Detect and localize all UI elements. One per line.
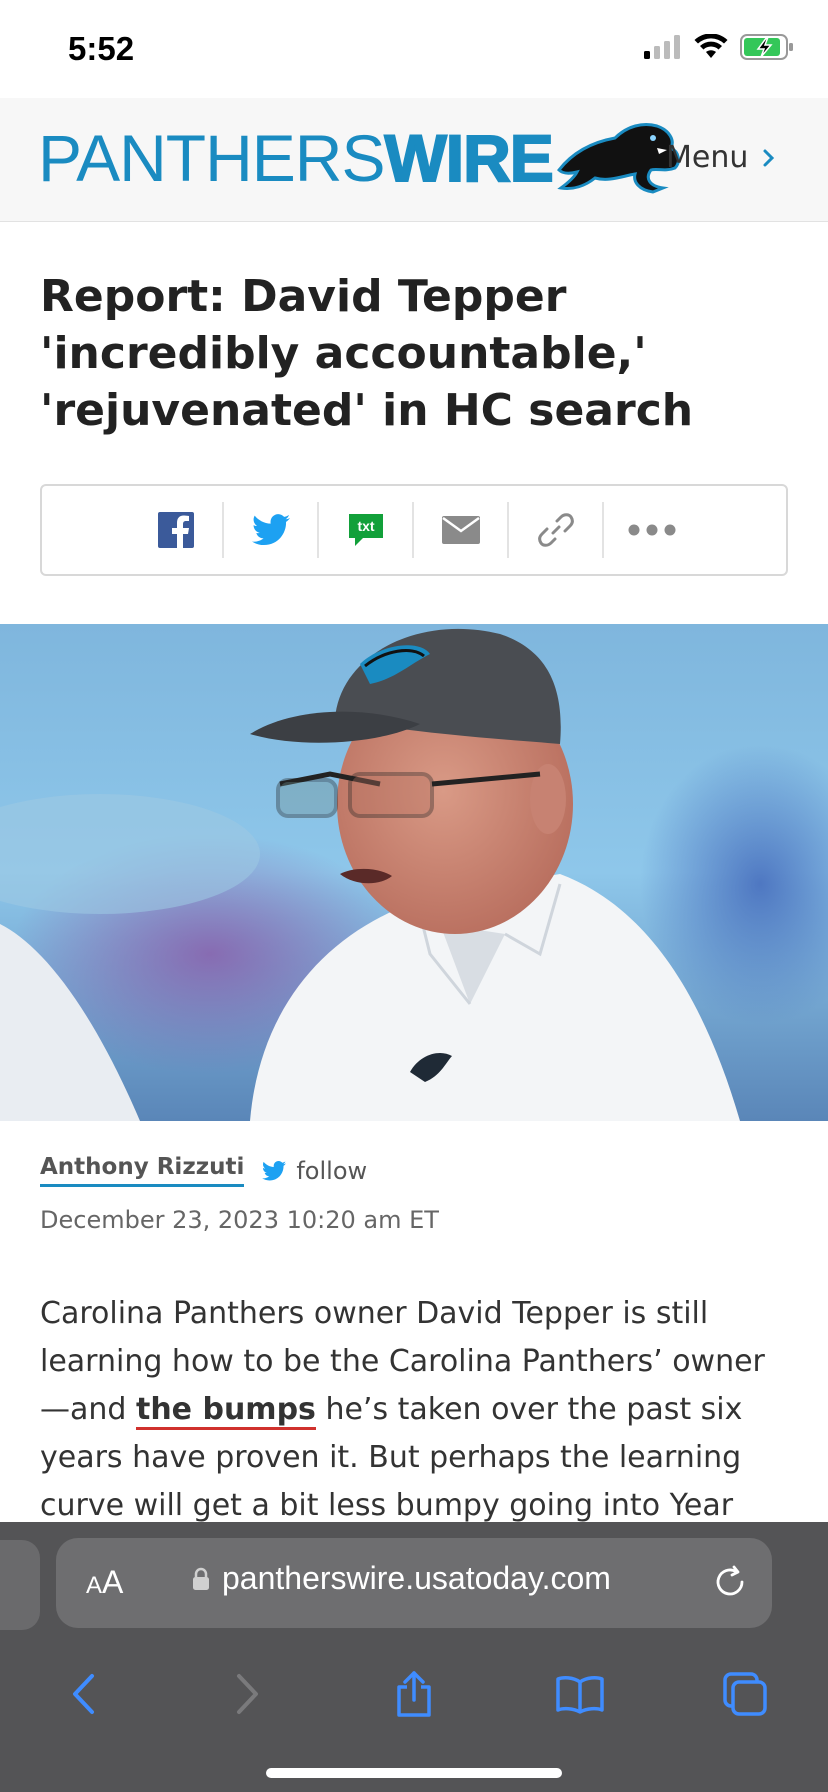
chevron-right-icon [763, 149, 775, 166]
txt-icon-label: txt [357, 518, 374, 534]
share-bar: txt [40, 484, 788, 576]
share-button[interactable] [374, 1654, 454, 1734]
byline: Anthony Rizzuti follow [40, 1154, 367, 1187]
email-icon [441, 516, 480, 544]
link-icon [537, 513, 574, 547]
share-more-button[interactable] [604, 502, 699, 558]
panther-mascot-icon [556, 123, 680, 194]
the-bumps-link[interactable]: the bumps [135, 1392, 316, 1430]
site-logo[interactable]: PANTHERS WIRE [38, 120, 683, 196]
follow-author-button[interactable]: follow [262, 1157, 367, 1185]
author-link[interactable]: Anthony Rizzuti [40, 1154, 245, 1187]
site-header: PANTHERS WIRE Menu [0, 98, 828, 222]
follow-label: follow [296, 1156, 368, 1185]
reload-icon[interactable] [712, 1564, 748, 1600]
share-email-button[interactable] [414, 502, 509, 558]
chevron-left-icon [72, 1674, 94, 1714]
lock-icon [193, 1567, 209, 1590]
battery-charging-icon [740, 34, 793, 60]
twitter-icon [251, 514, 290, 546]
menu-button[interactable]: Menu [666, 140, 776, 175]
logo-text-panthers: PANTHERS [38, 121, 385, 195]
back-button[interactable] [43, 1654, 123, 1734]
tabs-button[interactable] [705, 1654, 785, 1734]
facebook-icon [157, 512, 194, 548]
forward-button[interactable] [208, 1654, 288, 1734]
url-text: pantherswire.usatoday.com [222, 1560, 611, 1596]
reader-settings-button[interactable]: AA [86, 1564, 123, 1601]
status-time: 5:52 [68, 30, 135, 67]
share-sms-button[interactable]: txt [319, 502, 414, 558]
book-icon [555, 1676, 604, 1714]
wifi-icon [694, 34, 728, 58]
aa-small: A [86, 1572, 103, 1599]
chevron-right-icon [237, 1674, 259, 1714]
more-icon [628, 524, 675, 536]
browser-toolbar [0, 1654, 828, 1734]
share-twitter-button[interactable] [224, 502, 319, 558]
bookmarks-button[interactable] [540, 1654, 620, 1734]
previous-tab-peek[interactable] [0, 1540, 40, 1630]
address-bar[interactable]: AA pantherswire.usatoday.com [56, 1538, 772, 1628]
share-facebook-button[interactable] [129, 502, 224, 558]
cellular-signal-icon [644, 35, 680, 59]
hero-photo-illustration [0, 624, 828, 1121]
txt-icon: txt [348, 514, 383, 546]
tabs-icon [723, 1672, 767, 1716]
article-headline: Report: David Tepper 'incredibly account… [40, 271, 694, 436]
share-copy-link-button[interactable] [509, 502, 604, 558]
share-icon [397, 1671, 431, 1717]
browser-bottom-bar: AA pantherswire.usatoday.com [0, 1522, 828, 1792]
hero-photo [0, 624, 828, 1121]
status-bar: 5:52 [0, 0, 828, 98]
home-indicator[interactable] [266, 1768, 562, 1778]
status-icons [644, 34, 794, 60]
publish-date: December 23, 2023 10:20 am ET [40, 1206, 439, 1234]
article-body: Carolina Panthers owner David Tepper is … [40, 1290, 790, 1530]
twitter-icon [262, 1160, 287, 1180]
menu-label: Menu [666, 140, 749, 175]
aa-big: A [102, 1564, 124, 1600]
logo-text-wire: WIRE [383, 120, 554, 196]
url-display[interactable]: pantherswire.usatoday.com [192, 1560, 611, 1597]
